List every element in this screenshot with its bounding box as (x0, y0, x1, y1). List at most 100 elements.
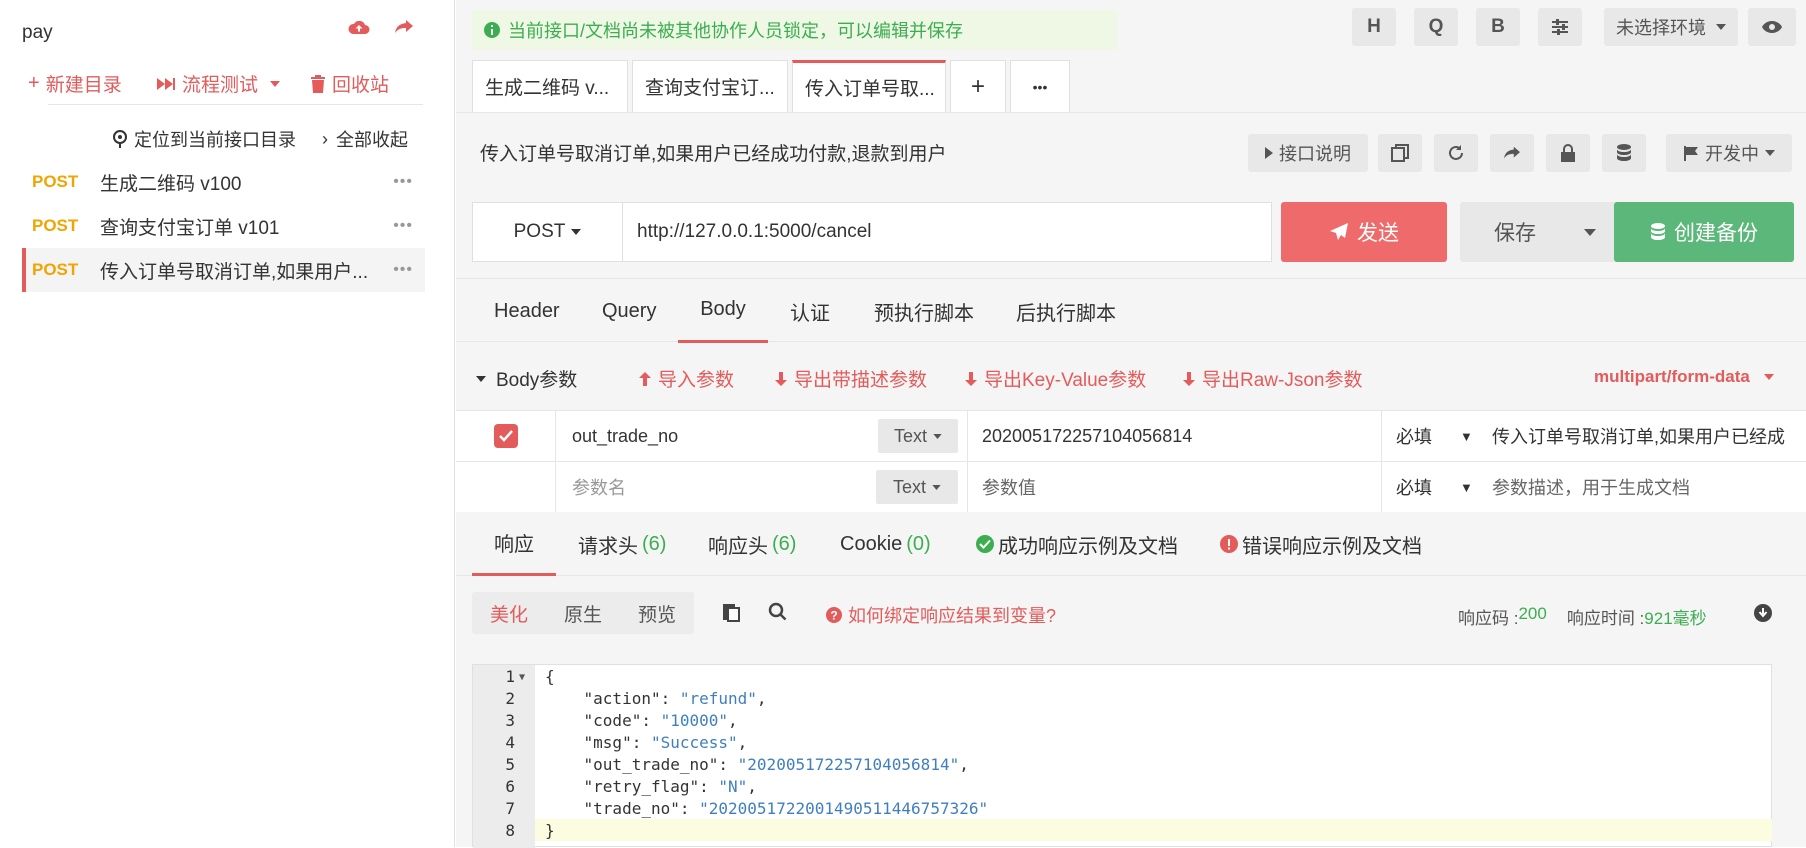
tab-cookie[interactable]: Cookie (0) (840, 512, 931, 576)
tab-success-doc[interactable]: 成功响应示例及文档 (976, 512, 1178, 576)
param-value-input[interactable]: 202005172257104056814 (968, 411, 1382, 461)
play-icon (1265, 147, 1273, 159)
lock-button[interactable] (1546, 134, 1590, 172)
more-icon[interactable]: ••• (393, 261, 413, 279)
line-number: 6 (505, 777, 515, 796)
tab-req-headers[interactable]: 请求头 (6) (578, 512, 666, 576)
tab-api-1[interactable]: 生成二维码 v... (472, 60, 628, 112)
database-button[interactable] (1602, 134, 1646, 172)
code-line: "out_trade_no": "202005172257104056814", (545, 755, 969, 774)
status-select[interactable]: 开发中 (1666, 134, 1792, 172)
heading-q-button[interactable]: Q (1414, 8, 1458, 46)
json-value: "10000" (660, 711, 729, 730)
param-desc-input[interactable]: 参数描述，用于生成文档 (1492, 462, 1806, 512)
create-backup-button[interactable]: 创建备份 (1614, 202, 1794, 262)
body-params-toggle[interactable]: Body参数 (476, 365, 577, 392)
tab-resp-headers-label: 响应头 (708, 535, 768, 558)
api-doc-button[interactable]: 接口说明 (1248, 134, 1368, 172)
body-params-label: Body参数 (496, 370, 578, 391)
response-code-editor[interactable]: 1 {2 "action": "refund", 3 "code": "10000"… (472, 664, 1772, 848)
json-key: "msg": (545, 733, 651, 752)
preview-button[interactable] (1748, 8, 1796, 46)
current-line-highlight (535, 819, 1772, 841)
cloud-upload-icon[interactable] (348, 18, 370, 38)
tab-response[interactable]: 响应 (472, 512, 556, 576)
tab-label: 生成二维码 v... (485, 78, 610, 99)
tab-api-2[interactable]: 查询支付宝订... (632, 60, 788, 112)
method-select[interactable]: POST (473, 203, 623, 261)
tab-label: 传入订单号取... (805, 79, 935, 100)
send-button[interactable]: 发送 (1281, 202, 1447, 262)
copy-response-button[interactable] (722, 602, 740, 622)
export-json-button[interactable]: 导出Raw-Json参数 (1182, 365, 1362, 392)
locate-dir-button[interactable]: 定位到当前接口目录 (112, 126, 296, 152)
tab-resp-headers[interactable]: 响应头 (6) (708, 512, 796, 576)
param-type-select[interactable]: Text (876, 470, 958, 504)
heading-h-button[interactable]: H (1352, 8, 1396, 46)
view-raw-button[interactable]: 原生 (564, 600, 602, 627)
content-type-select[interactable]: multipart/form-data (1594, 367, 1774, 387)
question-circle-icon: ? (826, 607, 842, 623)
status-label: 开发中 (1705, 144, 1759, 164)
refresh-icon (1447, 144, 1465, 162)
save-button[interactable]: 保存 (1460, 202, 1630, 262)
tab-body[interactable]: Body (678, 279, 768, 343)
heading-b-button[interactable]: B (1476, 8, 1520, 46)
tab-api-3[interactable]: 传入订单号取... (792, 60, 946, 112)
line-number: 7 (505, 799, 515, 818)
param-value: 202005172257104056814 (982, 425, 1193, 446)
collapse-all-button[interactable]: › 全部收起 (322, 126, 408, 152)
copy-icon (1391, 144, 1409, 162)
tab-pre-script[interactable]: 预执行脚本 (874, 279, 974, 343)
sidebar-item-api-3[interactable]: POST 传入订单号取消订单,如果用户... ••• (22, 248, 425, 292)
lock-notice: 当前接口/文档尚未被其他协作人员锁定，可以编辑并保存 (472, 10, 1117, 50)
export-desc-button[interactable]: 导出带描述参数 (774, 365, 927, 392)
view-preview-button[interactable]: 预览 (638, 600, 676, 627)
lock-icon (1560, 144, 1576, 162)
share-icon (1503, 145, 1521, 161)
settings-sliders-button[interactable] (1538, 8, 1582, 46)
tab-more-button[interactable]: ••• (1010, 60, 1070, 112)
share-button[interactable] (1490, 134, 1534, 172)
add-tab-button[interactable]: + (950, 60, 1006, 112)
flow-test-button[interactable]: 流程测试 (156, 70, 281, 97)
param-value-input[interactable]: 参数值 (968, 462, 1382, 512)
param-desc-input[interactable]: 传入订单号取消订单,如果用户已经成 (1492, 411, 1806, 461)
tab-query[interactable]: Query (602, 279, 656, 343)
param-enabled-checkbox[interactable] (493, 424, 518, 448)
more-icon[interactable]: ••• (393, 173, 413, 191)
copy-button[interactable] (1378, 134, 1422, 172)
bind-help-link[interactable]: ? 如何绑定响应结果到变量? (826, 602, 1056, 628)
fold-arrow-icon[interactable]: ▼ (519, 672, 525, 683)
export-json-label: 导出Raw-Json参数 (1202, 370, 1363, 391)
sidebar-item-api-2[interactable]: POST 查询支付宝订单 v101 ••• (22, 204, 425, 248)
recycle-bin-button[interactable]: 回收站 (310, 70, 389, 97)
env-select[interactable]: 未选择环境 (1604, 8, 1738, 46)
view-pretty-button[interactable]: 美化 (490, 600, 528, 627)
api-name: 查询支付宝订单 v101 (100, 217, 280, 239)
param-required-select[interactable]: 必填 ▼ (1382, 462, 1492, 512)
caret-down-icon[interactable] (1584, 228, 1596, 236)
tab-error-doc[interactable]: 错误响应示例及文档 (1220, 512, 1422, 576)
search-response-button[interactable] (768, 602, 787, 621)
new-dir-button[interactable]: + 新建目录 (28, 70, 122, 97)
sidebar-item-api-1[interactable]: POST 生成二维码 v100 ••• (22, 160, 425, 204)
tab-auth[interactable]: 认证 (790, 279, 830, 343)
more-icon[interactable]: ••• (393, 217, 413, 235)
flow-test-label: 流程测试 (182, 75, 259, 96)
collapse-all-label: 全部收起 (336, 130, 408, 150)
clipboard-icon (722, 602, 740, 622)
refresh-button[interactable] (1434, 134, 1478, 172)
param-required-select[interactable]: 必填 ▼ (1382, 411, 1492, 461)
status-code-label: 响应码 : (1458, 609, 1519, 628)
share-icon[interactable] (394, 18, 414, 36)
caret-down-icon: ▼ (1460, 479, 1473, 495)
download-response-button[interactable] (1754, 604, 1772, 622)
import-params-button[interactable]: 导入参数 (638, 365, 734, 392)
param-type-label: Text (893, 425, 927, 446)
param-type-select[interactable]: Text (878, 419, 958, 453)
export-kv-button[interactable]: 导出Key-Value参数 (964, 365, 1146, 392)
tab-post-script[interactable]: 后执行脚本 (1016, 279, 1116, 343)
tab-header[interactable]: Header (494, 279, 560, 343)
url-input[interactable]: http://127.0.0.1:5000/cancel (623, 203, 1271, 261)
